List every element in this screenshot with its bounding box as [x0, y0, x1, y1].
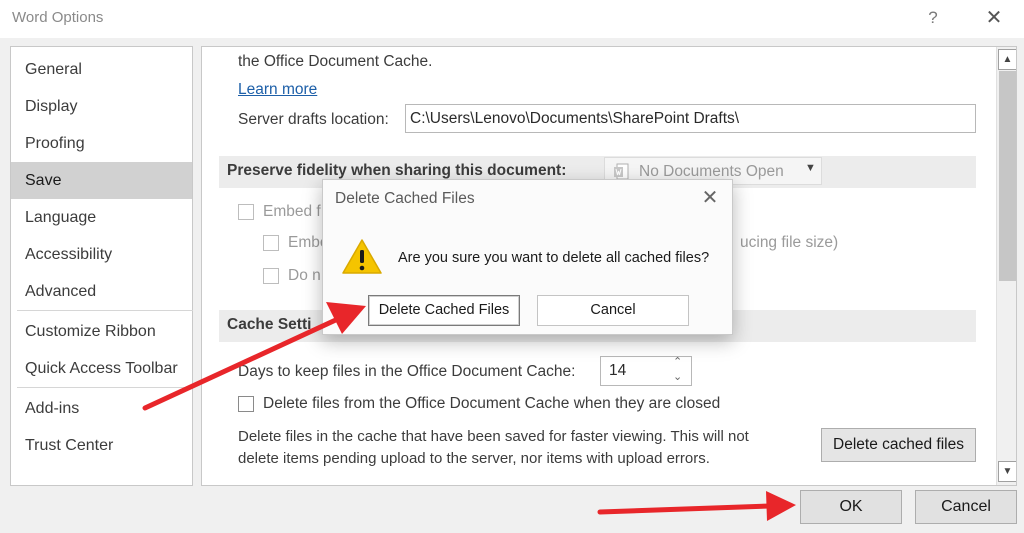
dialog-message: Are you sure you want to delete all cach… [398, 250, 710, 266]
delete-cached-files-dialog: Delete Cached Files ✕ Are you sure you w… [322, 179, 733, 335]
window-title: Word Options [12, 9, 104, 26]
delete-on-close-label: Delete files from the Office Document Ca… [263, 395, 721, 412]
delete-info-line-1: Delete files in the cache that have been… [238, 428, 749, 445]
title-bar: Word Options ? ✕ [0, 0, 1024, 38]
sidebar-item-display[interactable]: Display [11, 88, 192, 125]
embed-fonts-label: Embed f [263, 203, 321, 220]
chevron-down-icon[interactable]: ⌄ [673, 370, 682, 384]
reducing-file-size-text: ucing file size) [740, 234, 839, 251]
scrollbar-thumb[interactable] [999, 71, 1016, 281]
learn-more-link[interactable]: Learn more [238, 81, 317, 99]
content-scrollbar[interactable]: ▲ ▼ [996, 47, 1016, 485]
sidebar-item-trust-center[interactable]: Trust Center [11, 427, 192, 464]
scroll-up-arrow-icon[interactable]: ▲ [998, 49, 1016, 70]
sidebar-item-language[interactable]: Language [11, 199, 192, 236]
annotation-arrow-to-ok [597, 491, 796, 521]
help-button[interactable]: ? [922, 6, 944, 30]
sidebar-item-proofing[interactable]: Proofing [11, 125, 192, 162]
sidebar-item-customize-ribbon[interactable]: Customize Ribbon [11, 313, 192, 350]
sidebar-item-save[interactable]: Save [11, 162, 192, 199]
chevron-down-icon: ▼ [805, 162, 816, 174]
cache-description-text: the Office Document Cache. [238, 53, 433, 70]
delete-cached-files-button[interactable]: Delete cached files [821, 428, 976, 462]
warning-icon [341, 238, 383, 276]
dialog-close-button[interactable]: ✕ [698, 186, 722, 210]
scroll-down-arrow-icon[interactable]: ▼ [998, 461, 1016, 482]
options-sidebar: General Display Proofing Save Language A… [10, 46, 193, 486]
sidebar-divider [17, 310, 193, 311]
cache-settings-title: Cache Setti [227, 316, 312, 333]
embed-only-used-checkbox[interactable] [263, 235, 279, 251]
sidebar-item-quick-access-toolbar[interactable]: Quick Access Toolbar [11, 350, 192, 387]
sidebar-divider [17, 387, 193, 388]
delete-on-close-checkbox[interactable] [238, 396, 254, 412]
fidelity-section-title: Preserve fidelity when sharing this docu… [227, 162, 567, 179]
embed-fonts-checkbox[interactable] [238, 204, 254, 220]
days-to-keep-label: Days to keep files in the Office Documen… [238, 363, 576, 380]
sidebar-item-advanced[interactable]: Advanced [11, 273, 192, 310]
do-not-embed-checkbox[interactable] [263, 268, 279, 284]
delete-info-line-2: delete items pending upload to the serve… [238, 450, 710, 467]
dialog-title: Delete Cached Files [335, 190, 475, 207]
sidebar-item-general[interactable]: General [11, 51, 192, 88]
cancel-button[interactable]: Cancel [915, 490, 1017, 524]
ok-button[interactable]: OK [800, 490, 902, 524]
dialog-cancel-button[interactable]: Cancel [537, 295, 689, 326]
sidebar-item-accessibility[interactable]: Accessibility [11, 236, 192, 273]
confirm-delete-button[interactable]: Delete Cached Files [368, 295, 520, 326]
sidebar-item-add-ins[interactable]: Add-ins [11, 390, 192, 427]
days-to-keep-stepper[interactable]: 14 ⌃ ⌄ [600, 356, 692, 386]
do-not-embed-label: Do n [288, 267, 321, 284]
days-to-keep-value: 14 [609, 362, 627, 379]
server-drafts-input[interactable]: C:\Users\Lenovo\Documents\SharePoint Dra… [405, 104, 976, 133]
server-drafts-label: Server drafts location: [238, 111, 389, 128]
window-close-button[interactable]: ✕ [982, 6, 1006, 30]
chevron-up-icon[interactable]: ⌃ [673, 355, 682, 369]
